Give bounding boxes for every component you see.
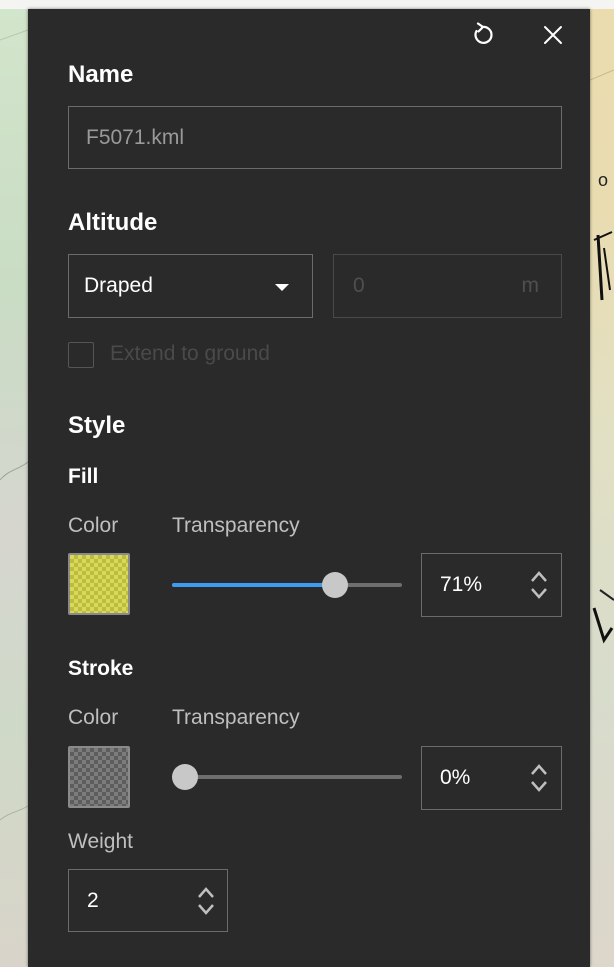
stroke-transparency-slider[interactable] xyxy=(172,762,402,792)
stroke-transparency-value: 0% xyxy=(440,766,471,789)
stroke-label: Stroke xyxy=(68,657,134,680)
stroke-transparency-input[interactable]: 0% xyxy=(421,746,562,810)
stroke-color-label: Color xyxy=(68,706,119,729)
fill-transparency-stepper[interactable] xyxy=(530,568,548,602)
map-right-lines xyxy=(590,69,614,644)
altitude-mode-select[interactable]: Draped xyxy=(68,254,313,318)
chevron-down-icon xyxy=(275,284,289,291)
fill-transparency-input[interactable]: 71% xyxy=(421,553,562,617)
extend-to-ground-checkbox[interactable] xyxy=(68,342,94,368)
fill-transparency-slider[interactable] xyxy=(172,570,402,600)
weight-input[interactable]: 2 xyxy=(68,869,228,932)
altitude-offset-placeholder: 0 xyxy=(353,274,365,297)
style-label: Style xyxy=(68,412,126,439)
stroke-transparency-stepper[interactable] xyxy=(530,761,548,795)
reset-button[interactable] xyxy=(468,21,496,49)
reset-icon xyxy=(474,22,493,44)
stepper-arrows-icon xyxy=(531,571,547,599)
map-label: o xyxy=(598,170,609,190)
name-label: Name xyxy=(68,61,134,88)
fill-slider-thumb[interactable] xyxy=(322,572,348,598)
stroke-transparency-label: Transparency xyxy=(172,706,300,729)
stepper-arrows-icon xyxy=(531,764,547,792)
close-button[interactable] xyxy=(539,21,567,49)
name-input[interactable]: F5071.kml xyxy=(68,106,562,169)
altitude-unit: m xyxy=(521,274,540,297)
map-top-strip xyxy=(0,0,614,9)
map-left-lines xyxy=(0,29,29,821)
fill-color-swatch[interactable] xyxy=(68,553,130,615)
weight-value: 2 xyxy=(87,888,99,912)
altitude-label: Altitude xyxy=(68,209,158,236)
weight-stepper[interactable] xyxy=(197,884,215,918)
layer-properties-panel: Name F5071.kml Altitude Draped 0 m Exten… xyxy=(28,9,590,967)
altitude-mode-value: Draped xyxy=(84,274,153,297)
stroke-slider-track xyxy=(172,775,402,779)
fill-color-label: Color xyxy=(68,514,119,537)
name-input-value: F5071.kml xyxy=(86,125,185,149)
weight-label: Weight xyxy=(68,830,133,853)
fill-transparency-label: Transparency xyxy=(172,514,300,537)
fill-transparency-value: 71% xyxy=(440,573,483,596)
close-icon xyxy=(544,26,562,44)
fill-slider-progress xyxy=(172,583,335,587)
extend-to-ground-label: Extend to ground xyxy=(110,342,270,365)
stroke-color-swatch[interactable] xyxy=(68,746,130,808)
fill-label: Fill xyxy=(68,465,99,488)
altitude-offset-input[interactable]: 0 m xyxy=(333,254,562,318)
stroke-slider-thumb[interactable] xyxy=(172,764,198,790)
stepper-arrows-icon xyxy=(198,886,214,915)
